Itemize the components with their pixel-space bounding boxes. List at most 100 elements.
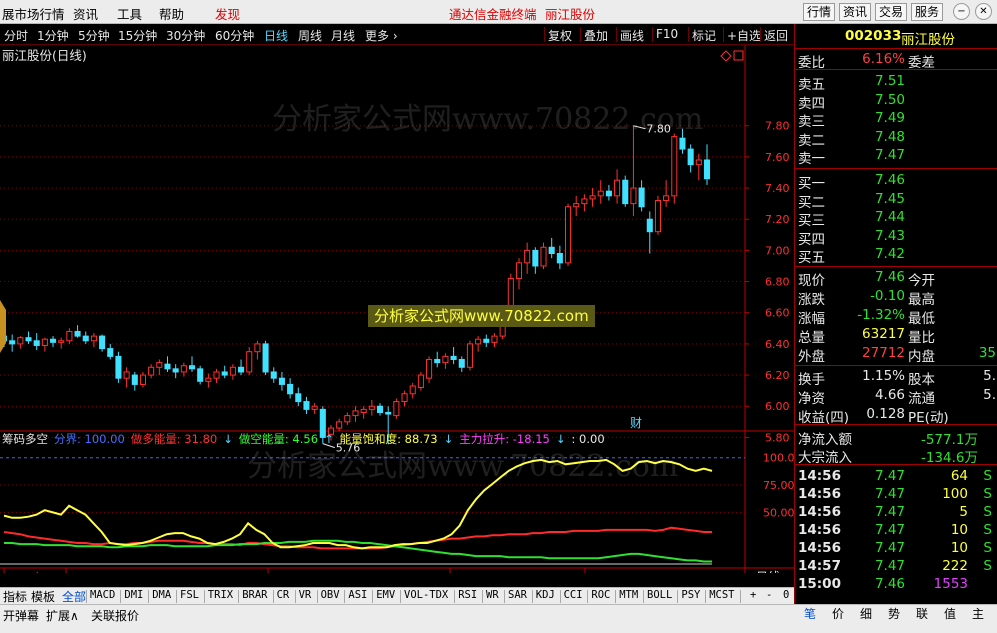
candle[interactable] (622, 175, 629, 207)
indicator-tab-wr[interactable]: WR (486, 589, 499, 601)
tool-button-2[interactable]: 画线 (620, 27, 644, 44)
indicator-label[interactable]: 指标 (3, 588, 27, 605)
status-item-1[interactable]: 扩展∧ (46, 607, 79, 624)
trade-button[interactable]: 交易 (875, 3, 907, 21)
bids-row[interactable]: 买二 7.45 (795, 190, 997, 211)
asks-row[interactable]: 卖四 7.50 (795, 92, 997, 112)
tool-button-5[interactable]: +自选 (727, 27, 761, 44)
bids-row[interactable]: 买一 7.46 (795, 172, 997, 192)
menu-discover[interactable]: 发现 (215, 4, 240, 23)
indicator-tab-全部[interactable]: 全部 (62, 588, 86, 605)
quote-button[interactable]: 行情 (803, 3, 835, 21)
indicator-tab-fsl[interactable]: FSL (180, 589, 199, 601)
indicator-tab-mcst[interactable]: MCST (709, 589, 734, 601)
detail-tab-2[interactable]: 细 (854, 605, 878, 623)
asks-row[interactable]: 卖一 7.47 (795, 147, 997, 167)
detail-tab-5[interactable]: 值 (938, 605, 962, 623)
candle[interactable] (565, 203, 572, 266)
indicator-tab-dma[interactable]: DMA (152, 589, 171, 601)
close-icon[interactable]: ✕ (975, 3, 992, 20)
period-tab-8[interactable]: 月线 (331, 27, 355, 44)
period-tab-5[interactable]: 60分钟 (215, 27, 254, 44)
candle-body-down (605, 190, 612, 197)
period-tab-6[interactable]: 日线 (264, 27, 288, 44)
status-item-0[interactable]: 开弹幕 (3, 607, 39, 624)
indicator-tab-rsi[interactable]: RSI (458, 589, 477, 601)
candle-body-up (246, 351, 253, 373)
bids-row[interactable]: 买五 7.42 (795, 246, 997, 266)
detail-tab-6[interactable]: 主 (966, 605, 990, 623)
indicator-tab-roc[interactable]: ROC (591, 589, 610, 601)
indicator-tab-brar[interactable]: BRAR (242, 589, 267, 601)
status-item-2[interactable]: 关联报价 (91, 607, 139, 624)
detail-tab-3[interactable]: 势 (882, 605, 906, 623)
stats-row: 外盘 27712 内盘 35 (795, 345, 997, 365)
stat2-value-2: 5. (983, 368, 996, 384)
stat-label-2: 今开 (908, 273, 935, 289)
tool-button-3[interactable]: F10 (656, 27, 678, 41)
period-tab-4[interactable]: 30分钟 (166, 27, 205, 44)
asks-row[interactable]: 卖二 7.48 (795, 129, 997, 149)
zoom-control-1[interactable]: - (766, 589, 772, 601)
candle[interactable] (654, 195, 661, 235)
menu-news[interactable]: 资讯 (73, 4, 98, 23)
indicator-tab-cci[interactable]: CCI (564, 589, 583, 601)
candle[interactable] (393, 398, 400, 419)
service-button[interactable]: 服务 (911, 3, 943, 21)
candle-body-up (311, 405, 318, 410)
candle[interactable] (417, 371, 424, 391)
detail-tab-0[interactable]: 笔 (798, 605, 822, 623)
indicator-tab-dmi[interactable]: DMI (124, 589, 143, 601)
period-tab-3[interactable]: 15分钟 (118, 27, 157, 44)
candle[interactable] (262, 340, 269, 376)
indicator-tab-psy[interactable]: PSY (681, 589, 700, 601)
indicator-tab-boll[interactable]: BOLL (647, 589, 672, 601)
candle-body-up (344, 415, 351, 423)
candle[interactable] (246, 347, 253, 376)
period-tab-9[interactable]: 更多 › (365, 27, 398, 44)
indicator-tab-macd[interactable]: MACD (90, 589, 115, 601)
financial-report-marker[interactable]: 财 (630, 416, 642, 430)
tick-time: 14:56 (798, 504, 841, 520)
asks-row[interactable]: 卖三 7.49 (795, 110, 997, 130)
candle[interactable] (466, 340, 473, 371)
minimize-icon[interactable]: − (953, 3, 970, 20)
indicator-tab-obv[interactable]: OBV (321, 589, 340, 601)
tool-button-0[interactable]: 复权 (548, 27, 572, 44)
tool-button-1[interactable]: 叠加 (584, 27, 608, 44)
candle[interactable] (115, 351, 122, 383)
bids-label: 买三 (798, 213, 825, 229)
period-tab-7[interactable]: 周线 (298, 27, 322, 44)
period-tab-1[interactable]: 1分钟 (37, 27, 69, 44)
zoom-control-2[interactable]: 0 (783, 589, 789, 601)
menu-help[interactable]: 帮助 (159, 4, 184, 23)
indicator-tab-emv[interactable]: EMV (376, 589, 395, 601)
indicator-tab-vol-tdx[interactable]: VOL-TDX (404, 589, 448, 601)
stats-row: 涨幅 -1.32% 最低 (795, 307, 997, 327)
detail-tab-1[interactable]: 价 (826, 605, 850, 623)
candle[interactable] (671, 133, 678, 204)
detail-tab-4[interactable]: 联 (910, 605, 934, 623)
tool-button-6[interactable]: 返回 (764, 27, 788, 44)
indicator-tab-cr[interactable]: CR (277, 589, 290, 601)
indicator-tab-mtm[interactable]: MTM (619, 589, 638, 601)
news-button[interactable]: 资讯 (839, 3, 871, 21)
indicator-tab-trix[interactable]: TRIX (208, 589, 233, 601)
bids-price: 7.45 (874, 190, 905, 207)
period-tab-2[interactable]: 5分钟 (78, 27, 110, 44)
indicator-tab-asi[interactable]: ASI (348, 589, 367, 601)
indicator-tab-kdj[interactable]: KDJ (536, 589, 555, 601)
bids-row[interactable]: 买四 7.43 (795, 228, 997, 248)
asks-row[interactable]: 卖五 7.51 (795, 73, 997, 93)
indicator-tab-sar[interactable]: SAR (508, 589, 527, 601)
tool-button-4[interactable]: 标记 (692, 27, 716, 44)
period-tab-0[interactable]: 分时 (4, 27, 28, 44)
candle[interactable] (197, 365, 204, 385)
menu-market[interactable]: 展市场行情 (2, 4, 65, 23)
menu-tools[interactable]: 工具 (117, 4, 142, 23)
bids-row[interactable]: 买三 7.44 (795, 209, 997, 229)
zoom-control-0[interactable]: + (750, 589, 756, 601)
candle-body-down (679, 137, 686, 150)
indicator-tab-vr[interactable]: VR (299, 589, 312, 601)
template-label[interactable]: 模板 (31, 588, 55, 605)
